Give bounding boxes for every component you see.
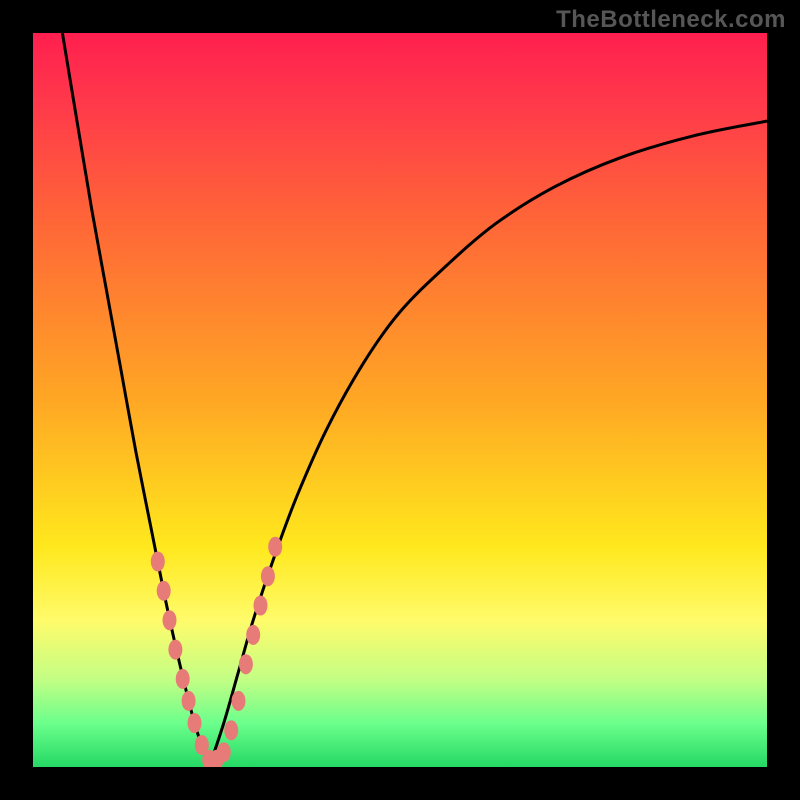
plot-area [33, 33, 767, 767]
curve-right-arm [209, 121, 767, 767]
data-marker [188, 713, 202, 733]
data-marker [151, 552, 165, 572]
watermark-text: TheBottleneck.com [556, 6, 786, 34]
data-marker [232, 691, 246, 711]
data-marker [239, 654, 253, 674]
marker-group [151, 537, 282, 767]
data-marker [163, 610, 177, 630]
chart-stage: TheBottleneck.com [0, 0, 800, 800]
data-marker [157, 581, 171, 601]
data-marker [224, 720, 238, 740]
data-marker [268, 537, 282, 557]
data-marker [217, 742, 231, 762]
data-marker [182, 691, 196, 711]
data-marker [176, 669, 190, 689]
curve-svg [33, 33, 767, 767]
data-marker [254, 596, 268, 616]
data-marker [246, 625, 260, 645]
curve-left-arm [62, 33, 209, 767]
data-marker [168, 640, 182, 660]
data-marker [261, 566, 275, 586]
